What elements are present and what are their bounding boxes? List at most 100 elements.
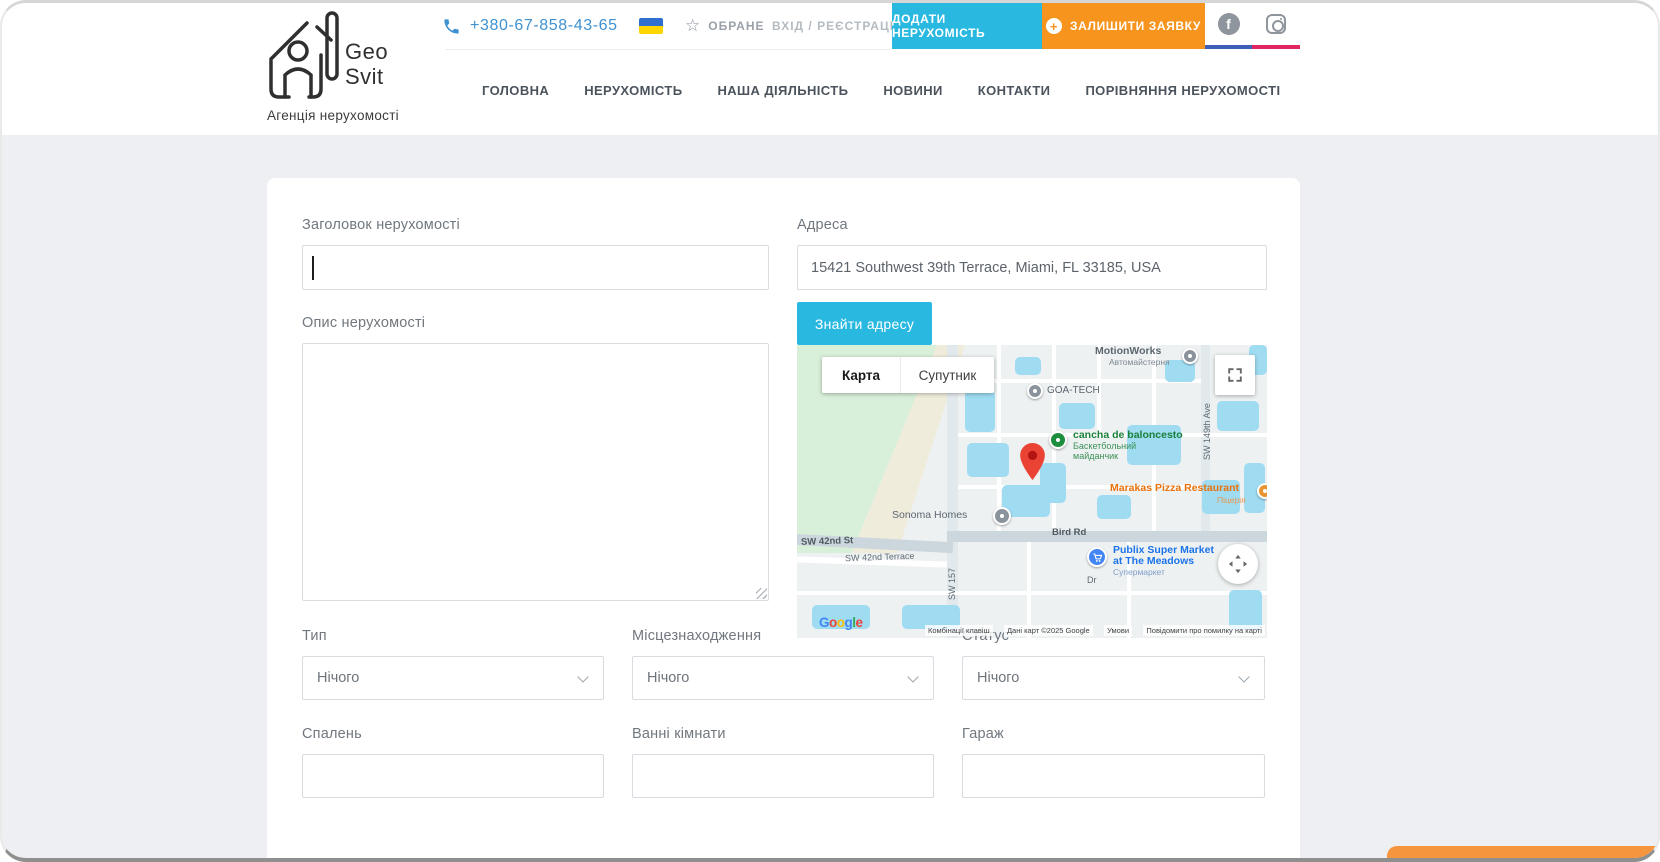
add-property-button[interactable]: ДОДАТИ НЕРУХОМІСТЬ	[892, 3, 1042, 49]
pan-control[interactable]	[1218, 544, 1258, 584]
browser-page: Geo Svit Агенція нерухомості +380-67-858…	[0, 0, 1660, 862]
fullscreen-icon	[1226, 366, 1244, 384]
nav-news[interactable]: НОВИНИ	[883, 83, 942, 98]
poi-sonoma[interactable]: Sonoma Homes	[892, 509, 967, 521]
resize-handle[interactable]	[756, 588, 767, 599]
google-logo[interactable]: Google	[819, 615, 863, 630]
phone-link[interactable]: +380-67-858-43-65	[442, 3, 618, 49]
instagram-icon	[1266, 14, 1286, 34]
poi-goatech[interactable]: GOA-TECH	[1047, 385, 1100, 396]
road	[997, 345, 1001, 531]
road	[1027, 531, 1031, 638]
supermarket-pin-icon[interactable]	[1087, 547, 1107, 567]
location-label: Місцезнаходження	[632, 628, 761, 644]
phone-icon	[442, 17, 461, 36]
chevron-down-icon	[907, 671, 918, 682]
location-select[interactable]: Нічого	[632, 656, 934, 700]
main-nav: ГОЛОВНА НЕРУХОМІСТЬ НАША ДІЯЛЬНІСТЬ НОВИ…	[482, 83, 1280, 98]
keyboard-shortcuts-link[interactable]: Комбінації клавіш	[925, 625, 993, 636]
road	[797, 591, 1267, 595]
pond	[1229, 590, 1262, 630]
satellite-view-button[interactable]: Супутник	[900, 357, 994, 393]
poi-publix-line2: at The Meadows	[1113, 555, 1194, 567]
street-dr: Dr	[1087, 575, 1097, 585]
logo-line1: Geo	[345, 39, 388, 64]
motionworks-pin-icon[interactable]	[1182, 348, 1198, 364]
site-header: Geo Svit Агенція нерухомості +380-67-858…	[2, 3, 1658, 135]
garage-input[interactable]	[962, 754, 1265, 798]
logo-line2: Svit	[345, 64, 388, 89]
bird-road	[947, 531, 1267, 542]
address-input[interactable]	[797, 245, 1267, 290]
pond	[965, 390, 995, 432]
bathrooms-label: Ванні кімнати	[632, 726, 726, 742]
logo-tagline: Агенція нерухомості	[267, 108, 399, 123]
find-address-label: Знайти адресу	[815, 316, 914, 332]
login-label: ВХІД / РЕЄСТРАЦІЯ	[772, 19, 904, 33]
find-address-button[interactable]: Знайти адресу	[797, 302, 932, 345]
description-field-label: Опис нерухомості	[302, 315, 425, 331]
pond	[1097, 495, 1131, 519]
map-type-control: Карта Супутник	[822, 357, 994, 393]
poi-basketball-sub2: майданчик	[1073, 451, 1118, 461]
text-cursor	[312, 256, 314, 280]
bathrooms-input[interactable]	[632, 754, 934, 798]
map-attribution: Комбінації клавіш Дані карт ©2025 Google…	[925, 625, 1265, 636]
poi-basketball[interactable]: cancha de baloncesto	[1073, 429, 1183, 441]
report-error-link[interactable]: Повідомити про помилку на карті	[1143, 625, 1265, 636]
phone-number: +380-67-858-43-65	[470, 17, 618, 35]
basketball-court-pin-icon[interactable]	[1049, 431, 1067, 449]
goatech-pin-icon[interactable]	[1027, 383, 1043, 399]
map-data-label: Дані карт ©2025 Google	[1004, 625, 1093, 636]
chevron-down-icon	[577, 671, 588, 682]
leave-request-label: ЗАЛИШИТИ ЗАЯВКУ	[1070, 19, 1201, 33]
nav-properties[interactable]: НЕРУХОМІСТЬ	[584, 83, 682, 98]
poi-motionworks[interactable]: MotionWorks	[1095, 345, 1161, 357]
road	[958, 379, 1201, 383]
logo-text: Geo Svit	[345, 39, 388, 89]
pond	[967, 443, 1009, 477]
status-select[interactable]: Нічого	[962, 656, 1265, 700]
add-property-label: ДОДАТИ НЕРУХОМІСТЬ	[892, 12, 1042, 40]
pond	[1217, 401, 1259, 431]
instagram-button[interactable]	[1252, 3, 1300, 49]
nav-compare[interactable]: ПОРІВНЯННЯ НЕРУХОМОСТІ	[1085, 83, 1280, 98]
chevron-down-icon	[1238, 671, 1249, 682]
nav-home[interactable]: ГОЛОВНА	[482, 83, 549, 98]
bedrooms-input[interactable]	[302, 754, 604, 798]
street-sw149: SW 149th Ave	[1202, 403, 1212, 460]
floating-action-button[interactable]	[1387, 846, 1660, 862]
poi-publix-sub: Супермаркет	[1113, 567, 1165, 577]
type-select[interactable]: Нічого	[302, 656, 604, 700]
bedrooms-label: Спалень	[302, 726, 362, 742]
poi-marakas[interactable]: Marakas Pizza Restaurant	[1110, 482, 1239, 494]
facebook-icon: f	[1218, 13, 1240, 35]
poi-marakas-sub: Піцерія	[1217, 495, 1246, 505]
favorites-link[interactable]: ☆ ОБРАНЕ	[685, 3, 765, 49]
pond	[1059, 403, 1095, 429]
google-map[interactable]: MotionWorks Автомайстерня GOA-TECH canch…	[797, 345, 1267, 638]
restaurant-pin-icon[interactable]	[1257, 483, 1267, 499]
header-divider	[445, 49, 890, 50]
status-select-value: Нічого	[977, 670, 1019, 686]
facebook-button[interactable]: f	[1205, 3, 1252, 49]
location-marker-icon[interactable]	[1020, 443, 1045, 485]
description-textarea[interactable]	[302, 343, 769, 601]
leave-request-button[interactable]: + ЗАЛИШИТИ ЗАЯВКУ	[1042, 3, 1205, 49]
terms-link[interactable]: Умови	[1104, 625, 1132, 636]
poi-motionworks-sub: Автомайстерня	[1109, 357, 1170, 367]
favorites-label: ОБРАНЕ	[708, 19, 764, 33]
star-icon: ☆	[685, 16, 701, 36]
pond	[1015, 357, 1041, 375]
street-bird-rd: Bird Rd	[1052, 527, 1086, 538]
nav-activity[interactable]: НАША ДІЯЛЬНІСТЬ	[717, 83, 848, 98]
type-label: Тип	[302, 628, 327, 644]
nav-contacts[interactable]: КОНТАКТИ	[978, 83, 1051, 98]
title-input[interactable]	[302, 245, 769, 290]
type-select-value: Нічого	[317, 670, 359, 686]
street-sw157: SW 157	[947, 568, 957, 600]
fullscreen-button[interactable]	[1215, 355, 1255, 395]
map-view-button[interactable]: Карта	[822, 357, 900, 393]
login-link[interactable]: ВХІД / РЕЄСТРАЦІЯ	[772, 3, 904, 49]
sonoma-pin-icon[interactable]	[993, 507, 1011, 525]
